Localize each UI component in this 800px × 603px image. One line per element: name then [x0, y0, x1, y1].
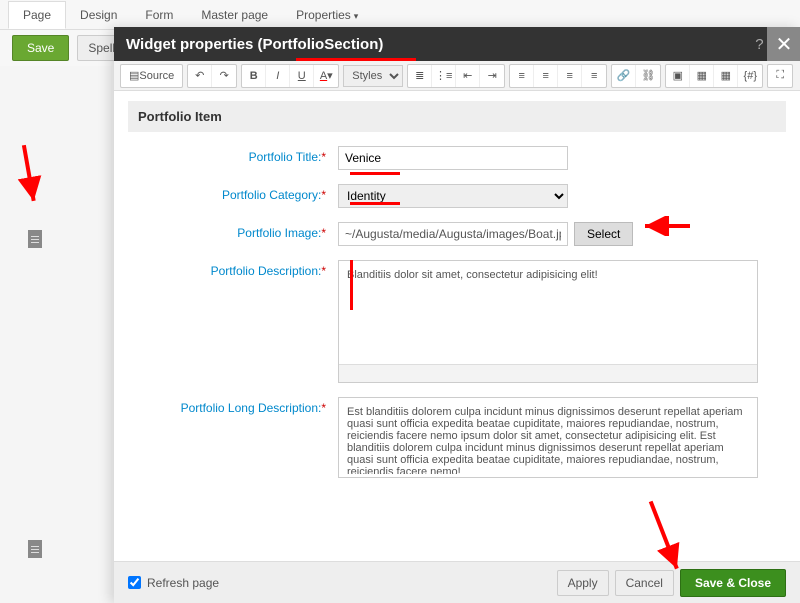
long-description-editor[interactable]: Est blanditiis dolorem culpa incidunt mi…: [338, 397, 758, 478]
link-button[interactable]: 🔗: [612, 65, 636, 87]
portfolio-image-path[interactable]: [338, 222, 568, 246]
chevron-down-icon: ▾: [354, 11, 359, 21]
font-color-button[interactable]: A▾: [314, 65, 338, 87]
media-button[interactable]: ▦: [690, 65, 714, 87]
tab-page[interactable]: Page: [8, 1, 66, 29]
tab-master-page[interactable]: Master page: [187, 2, 282, 28]
redo-button[interactable]: ↷: [212, 65, 236, 87]
close-icon[interactable]: ✕: [767, 27, 800, 61]
numbered-list-button[interactable]: ≣: [408, 65, 432, 87]
refresh-page-label: Refresh page: [147, 576, 219, 590]
apply-button[interactable]: Apply: [557, 570, 609, 596]
table-button[interactable]: ▦: [714, 65, 738, 87]
annotation-arrow-1: [0, 138, 72, 222]
help-icon[interactable]: ?: [755, 36, 763, 53]
underline-button[interactable]: U: [290, 65, 314, 87]
widget-properties-dialog: Widget properties (PortfolioSection) ? ⛶…: [114, 27, 800, 603]
image-button[interactable]: ▣: [666, 65, 690, 87]
section-heading: Portfolio Item: [128, 101, 786, 132]
rich-text-toolbar: ▤ Source ↶ ↷ B I U A▾ Styles ≣ ⋮≡ ⇤ ⇥ ≡ …: [114, 61, 800, 91]
align-right-button[interactable]: ≡: [558, 65, 582, 87]
outdent-button[interactable]: ⇤: [456, 65, 480, 87]
portfolio-image-label: Portfolio Image:*: [128, 222, 338, 246]
dialog-header: Widget properties (PortfolioSection) ? ⛶: [114, 27, 800, 61]
italic-button[interactable]: I: [266, 65, 290, 87]
editor-statusbar: [339, 364, 757, 382]
portfolio-title-label: Portfolio Title:*: [128, 146, 338, 170]
long-description-textarea[interactable]: Est blanditiis dolorem culpa incidunt mi…: [339, 398, 757, 474]
align-center-button[interactable]: ≡: [534, 65, 558, 87]
description-editor[interactable]: Blanditiis dolor sit amet, consectetur a…: [338, 260, 758, 383]
cancel-button[interactable]: Cancel: [615, 570, 674, 596]
macro-button[interactable]: {#}: [738, 65, 762, 87]
save-button[interactable]: Save: [12, 35, 69, 61]
portfolio-description-label: Portfolio Description:*: [128, 260, 338, 383]
maximize-button[interactable]: ⛶: [768, 65, 792, 87]
save-and-close-button[interactable]: Save & Close: [680, 569, 786, 597]
align-left-button[interactable]: ≡: [510, 65, 534, 87]
side-panel-handle-2[interactable]: [28, 540, 42, 558]
dialog-footer: Refresh page Apply Cancel Save & Close: [114, 561, 800, 603]
tab-design[interactable]: Design: [66, 2, 131, 28]
portfolio-category-label: Portfolio Category:*: [128, 184, 338, 208]
source-button[interactable]: ▤ Source: [121, 65, 182, 87]
portfolio-category-select[interactable]: Identity: [338, 184, 568, 208]
select-image-button[interactable]: Select: [574, 222, 633, 246]
side-panel-handle[interactable]: [28, 230, 42, 248]
dialog-body: Portfolio Item Portfolio Title:* Portfol…: [114, 91, 800, 561]
portfolio-long-description-label: Portfolio Long Description:*: [128, 397, 338, 478]
bulleted-list-button[interactable]: ⋮≡: [432, 65, 456, 87]
undo-button[interactable]: ↶: [188, 65, 212, 87]
top-tab-bar: Page Design Form Master page Properties▾: [0, 0, 800, 30]
unlink-button[interactable]: ⛓: [636, 65, 660, 87]
tab-form[interactable]: Form: [131, 2, 187, 28]
indent-button[interactable]: ⇥: [480, 65, 504, 87]
styles-dropdown[interactable]: Styles: [343, 65, 403, 87]
tab-properties[interactable]: Properties▾: [282, 2, 372, 28]
dialog-title: Widget properties (PortfolioSection): [126, 36, 383, 53]
refresh-page-checkbox[interactable]: Refresh page: [128, 576, 219, 590]
align-justify-button[interactable]: ≡: [582, 65, 606, 87]
refresh-page-input[interactable]: [128, 576, 141, 589]
portfolio-title-input[interactable]: [338, 146, 568, 170]
bold-button[interactable]: B: [242, 65, 266, 87]
description-textarea[interactable]: Blanditiis dolor sit amet, consectetur a…: [339, 261, 757, 361]
